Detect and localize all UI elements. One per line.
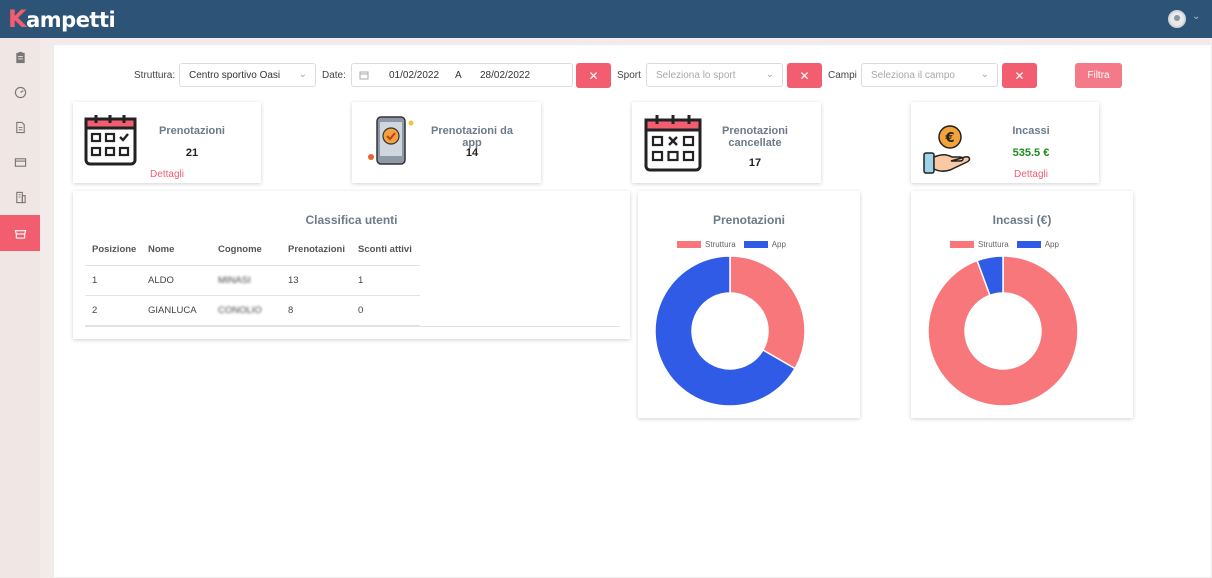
cell-cognome: MINASI: [211, 265, 281, 296]
euro-hand-icon: €: [923, 125, 971, 174]
legend-item[interactable]: Struttura: [677, 240, 736, 249]
card-value: 21: [185, 147, 199, 159]
document-icon[interactable]: [0, 109, 40, 145]
card-title: Prenotazioni cancellate: [721, 125, 788, 149]
struttura-label: Struttura:: [134, 70, 176, 81]
incassi-donut-chart: [927, 255, 1079, 407]
legend-label: App: [1044, 240, 1059, 249]
calendar-check-icon: [84, 115, 137, 166]
top-bar: Kampetti ⌄: [0, 0, 1212, 38]
phone-check-icon: [368, 116, 414, 165]
dashboard-gauge-icon[interactable]: [0, 74, 40, 110]
cell-nome: GIANLUCA: [141, 295, 211, 326]
dettagli-link[interactable]: Dettagli: [117, 169, 217, 180]
date-from[interactable]: 01/02/2022: [389, 70, 439, 81]
filter-button[interactable]: Filtra: [1075, 63, 1122, 88]
calendar-cancel-icon: [644, 115, 702, 172]
sport-label: Sport: [617, 70, 641, 81]
column-header: Prenotazioni: [281, 234, 351, 266]
legend-swatch: [743, 241, 768, 248]
card-title: Prenotazioni: [158, 125, 225, 137]
cell-cognome: CONOLIO: [211, 295, 281, 326]
chevron-down-icon: ⌄: [765, 69, 774, 80]
cell-nome: ALDO: [141, 265, 211, 296]
cell-prenotazioni: 8: [281, 295, 351, 326]
store-stats-icon[interactable]: [0, 215, 40, 251]
chart-title: Prenotazioni: [712, 213, 785, 227]
cell-posizione: 1: [85, 265, 141, 296]
chart-title: Incassi (€): [992, 213, 1052, 227]
calendar-icon: [359, 71, 369, 80]
card-title: Prenotazioni da app: [431, 125, 513, 149]
date-range-picker[interactable]: 01/02/2022 A 28/02/2022: [351, 63, 573, 87]
clear-sport-button[interactable]: ✕: [787, 63, 822, 88]
date-label: Date:: [322, 70, 346, 81]
sport-placeholder: Seleziona lo sport: [656, 70, 736, 81]
date-separator: A: [455, 70, 462, 81]
legend-item[interactable]: Struttura: [950, 240, 1009, 249]
cell-prenotazioni: 13: [281, 265, 351, 296]
legend-swatch: [677, 241, 701, 248]
campi-label: Campi: [828, 70, 857, 81]
struttura-select[interactable]: Centro sportivo Oasi ⌄: [179, 63, 316, 87]
column-header: Cognome: [211, 234, 281, 266]
legend-label: Struttura: [978, 240, 1009, 249]
legend-label: App: [771, 240, 786, 249]
legend-item[interactable]: App: [1016, 240, 1059, 249]
table-row[interactable]: 2 GIANLUCA CONOLIO 8 0: [85, 295, 420, 326]
card-value: 14: [465, 147, 479, 159]
cell-sconti: 0: [351, 295, 420, 326]
chevron-down-icon: ⌄: [980, 69, 989, 80]
cell-posizione: 2: [85, 295, 141, 326]
campi-select[interactable]: Seleziona il campo ⌄: [861, 63, 998, 87]
table-row[interactable]: 1 ALDO MINASI 13 1: [85, 265, 420, 296]
donut-slice-struttura[interactable]: [729, 255, 806, 370]
clipboard-icon[interactable]: [0, 39, 40, 75]
building-icon[interactable]: [0, 179, 40, 215]
struttura-value: Centro sportivo Oasi: [189, 70, 281, 81]
legend-label: Struttura: [705, 240, 736, 249]
chevron-down-icon[interactable]: ⌄: [1192, 11, 1200, 22]
legend-swatch: [1016, 241, 1041, 248]
column-header: Sconti attivi: [351, 234, 420, 266]
user-avatar[interactable]: [1168, 10, 1186, 28]
legend-swatch: [950, 241, 974, 248]
credit-card-icon[interactable]: [0, 144, 40, 180]
ranking-table: Posizione Nome Cognome Prenotazioni Scon…: [85, 234, 420, 326]
legend-item[interactable]: App: [743, 240, 786, 249]
table-header-row: Posizione Nome Cognome Prenotazioni Scon…: [85, 234, 420, 266]
dettagli-link[interactable]: Dettagli: [981, 169, 1081, 180]
cell-sconti: 1: [351, 265, 420, 296]
kampetti-logo[interactable]: Kampetti: [8, 5, 116, 33]
chart-legend: Struttura App: [677, 240, 794, 249]
campi-placeholder: Seleziona il campo: [871, 70, 955, 81]
chart-legend: Struttura App: [950, 240, 1067, 249]
column-header: Posizione: [85, 234, 141, 266]
sidebar: [0, 38, 40, 578]
ranking-title: Classifica utenti: [305, 213, 398, 227]
sport-select[interactable]: Seleziona lo sport ⌄: [646, 63, 783, 87]
prenotazioni-donut-chart: [654, 255, 806, 407]
chevron-down-icon: ⌄: [298, 69, 307, 80]
card-value: 17: [748, 157, 762, 169]
svg-text:€: €: [944, 131, 954, 146]
card-value: 535.5 €: [1012, 147, 1050, 159]
card-title: Incassi: [1012, 125, 1050, 137]
column-header: Nome: [141, 234, 211, 266]
date-to[interactable]: 28/02/2022: [480, 70, 530, 81]
clear-campi-button[interactable]: ✕: [1002, 63, 1037, 88]
clear-date-button[interactable]: ✕: [576, 63, 611, 88]
table-divider: [85, 326, 620, 327]
